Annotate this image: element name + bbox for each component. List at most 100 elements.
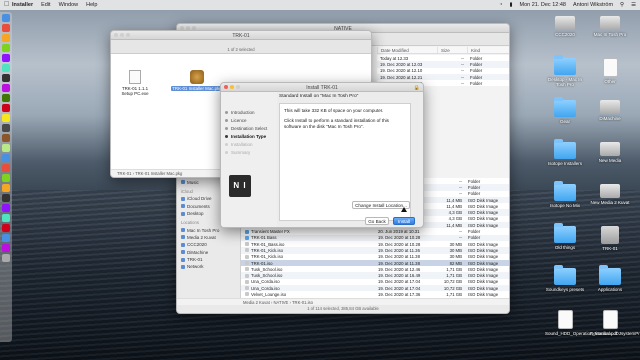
desktop-icon[interactable]: Other: [590, 58, 630, 84]
dock-app-icon[interactable]: [2, 74, 10, 82]
cell-size: 10,72 GB: [443, 279, 462, 285]
dock-app-icon[interactable]: [2, 24, 10, 32]
desktop-icon[interactable]: Soundkeys presets: [545, 265, 585, 292]
dock-app-icon[interactable]: [2, 124, 10, 132]
wifi-icon[interactable]: ◔: [499, 2, 502, 8]
dock-app-icon[interactable]: [2, 134, 10, 142]
table-row[interactable]: Tusk_School.iso 19. Dec 2020 at 12.46 1,…: [241, 266, 509, 273]
desktop-icon-label: Sound_HDD_Operation_Manual.pdf: [545, 331, 618, 336]
sidebar-item-label: Desktop: [187, 211, 204, 217]
menu-datetime[interactable]: Mon 21. Dec 12:48: [520, 2, 566, 8]
table-row[interactable]: Una_Corda.iso 19. Dec 2020 at 17.04 10,7…: [241, 278, 509, 286]
table-row[interactable]: Transient Master FX 20. Jun 2019 at 10.3…: [241, 228, 509, 235]
apple-icon[interactable]: : [4, 0, 12, 10]
path-item[interactable]: TRK-01: [117, 171, 131, 176]
dock-app-icon[interactable]: [2, 44, 10, 52]
menu-app-name[interactable]: Installer: [12, 2, 33, 8]
sidebar-item-icon: [181, 196, 185, 201]
exe-file-icon: [129, 70, 141, 84]
search-icon[interactable]: ⚲: [620, 2, 624, 8]
dock-app-icon[interactable]: [2, 114, 10, 122]
dock-app-icon[interactable]: [2, 224, 10, 232]
dock-app-icon[interactable]: [2, 14, 10, 22]
sidebar-item[interactable]: DiMachine: [177, 249, 240, 256]
table-row[interactable]: Velvet_Lounge.iso 19. Dec 2020 at 17.36 …: [241, 291, 509, 298]
dock-app-icon[interactable]: [2, 94, 10, 102]
dock-app-icon[interactable]: [2, 174, 10, 182]
menu-edit[interactable]: Edit: [41, 2, 50, 8]
dock-app-icon[interactable]: [2, 214, 10, 222]
dock-app-icon[interactable]: [2, 244, 10, 252]
disk-image-icon: [245, 279, 249, 284]
dock-app-icon[interactable]: [2, 194, 10, 202]
col-date-modified[interactable]: Date Modified: [377, 47, 437, 53]
cell-kind: ISO Disk Image: [468, 285, 499, 291]
notification-center-icon[interactable]: ☰: [631, 2, 636, 8]
desktop-icon-label: New Media 2 Kuvat: [590, 200, 630, 205]
table-row[interactable]: Today at 12.33 -- Folder: [377, 55, 509, 62]
table-row[interactable]: TRK-01 Bass 19. Dec 2020 at 10.28 -- Fol…: [241, 234, 509, 241]
sidebar-item[interactable]: TRK-01: [177, 256, 240, 263]
table-row[interactable]: 19. Dec 2020 at 12.10 -- Folder: [377, 67, 509, 74]
sidebar-item[interactable]: Network: [177, 263, 240, 270]
file-item-pkg[interactable]: TRK-01 Installer Mac.pkg: [171, 70, 223, 91]
desktop-icon[interactable]: Sound_HDD_Operation_Manual.pdf: [545, 310, 618, 336]
cell-kind: Folder: [470, 74, 483, 80]
desktop-icon[interactable]: Isotope No Mix: [545, 181, 585, 208]
menu-help[interactable]: Help: [86, 2, 97, 8]
table-row[interactable]: Una_Corda.iso 19. Dec 2020 at 17.04 10,7…: [241, 285, 509, 292]
cell-name: Tusk_School.iso: [251, 273, 283, 279]
desktop-icon[interactable]: Isotope Installers: [545, 139, 585, 166]
table-row[interactable]: 19. Dec 2020 at 12.03 -- Folder: [377, 61, 509, 68]
installer-window: Install TRK-01 🔒 Standard Install on "Ma…: [220, 82, 424, 228]
dock-trash-icon[interactable]: [2, 254, 10, 262]
desktop-icon[interactable]: New Media: [590, 142, 630, 163]
table-row[interactable]: TRK-01_Kick.iso 19. Dec 2020 at 11.38 30…: [241, 253, 509, 260]
menu-user[interactable]: Antoni Wikström: [573, 2, 613, 8]
table-row[interactable]: TRK-01_Bass.iso 19. Dec 2020 at 10.28 30…: [241, 240, 509, 248]
cell-name: TRK-01_Kick.iso: [251, 247, 283, 253]
cell-size: 30 MB: [449, 247, 462, 253]
desktop-icon[interactable]: New Media 2 Kuvat: [590, 184, 630, 205]
dock-app-icon[interactable]: [2, 104, 10, 112]
install-instructions-text: Click Install to perform a standard inst…: [284, 118, 389, 129]
dock-app-icon[interactable]: [2, 54, 10, 62]
desktop-icon[interactable]: Old things: [545, 223, 585, 250]
install-button[interactable]: Install: [393, 217, 415, 225]
desktop-icon[interactable]: Desktop - Mac In Tosh Pro: [545, 55, 585, 87]
dock-app-icon[interactable]: [2, 204, 10, 212]
desktop-icon[interactable]: Applications: [590, 265, 630, 292]
go-back-button[interactable]: Go Back: [365, 217, 389, 225]
finder-titlebar[interactable]: TRK-01: [111, 31, 371, 40]
table-row[interactable]: Tusk_School.iso 19. Dec 2020 at 16.49 1,…: [241, 272, 509, 279]
dock-app-icon[interactable]: [2, 84, 10, 92]
cell-kind: Folder: [470, 55, 483, 61]
table-row[interactable]: TRK-01_Kick.iso 19. Dec 2020 at 11.36 30…: [241, 247, 509, 254]
col-kind[interactable]: Kind: [467, 47, 509, 53]
folder-icon: [554, 97, 576, 117]
desktop-icon[interactable]: Mac In Tosh Pro: [590, 16, 630, 37]
dock-app-icon[interactable]: [2, 154, 10, 162]
table-row[interactable]: TRK-01.iso 19. Dec 2020 at 11.38 82 MB I…: [241, 259, 509, 267]
dock-app-icon[interactable]: [2, 164, 10, 172]
col-size[interactable]: Size: [437, 47, 467, 53]
desktop-icon[interactable]: Gear: [545, 97, 585, 124]
installer-titlebar[interactable]: Install TRK-01 🔒: [221, 83, 423, 92]
dock-app-icon[interactable]: [2, 34, 10, 42]
dock-app-icon[interactable]: [2, 144, 10, 152]
dock-app-icon[interactable]: [2, 64, 10, 72]
desktop-icon[interactable]: DiMachine: [590, 100, 630, 121]
dock-app-icon[interactable]: [2, 184, 10, 192]
menu-window[interactable]: Window: [59, 2, 79, 8]
finder-toolbar: 1 of 2 selected: [111, 40, 371, 54]
sidebar-item[interactable]: CCC2020: [177, 241, 240, 248]
cell-modified: 19. Dec 2020 at 11.38: [378, 254, 420, 260]
path-item[interactable]: TRK-01 Installer Mac.pkg: [135, 171, 182, 176]
table-row[interactable]: 19. Dec 2020 at 12.21 -- Folder: [377, 73, 509, 81]
dock-app-icon[interactable]: [2, 234, 10, 242]
file-item-exe[interactable]: TRK-01 1.1.1 Setup PC.exe: [117, 70, 153, 96]
desktop-icon[interactable]: CCC2020: [545, 16, 585, 37]
desktop-icon[interactable]: TRK-01: [590, 226, 630, 251]
battery-icon[interactable]: ▮: [509, 2, 512, 8]
sidebar-item[interactable]: Media 2 Kuvat: [177, 234, 240, 241]
